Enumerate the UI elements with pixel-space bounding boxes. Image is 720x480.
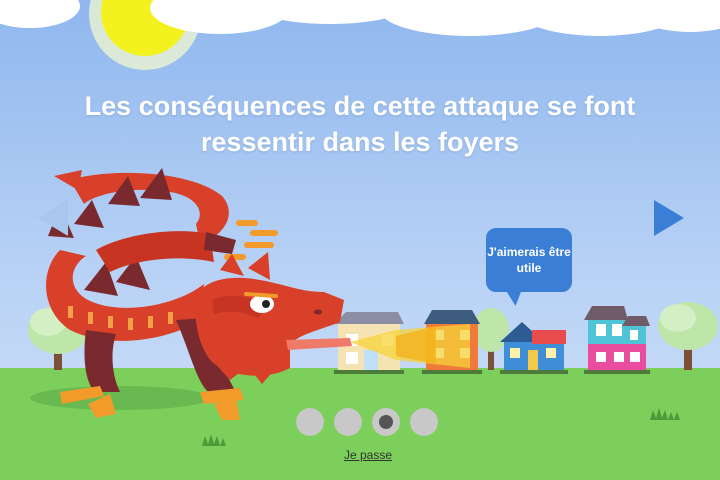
skip-link[interactable]: Je passe (330, 448, 406, 462)
tree-right (658, 302, 718, 370)
active-dot-indicator (379, 415, 393, 429)
speech-bubble-text: J'aimerais être utile (487, 245, 571, 275)
next-slide-button[interactable] (652, 198, 686, 238)
pagination-dot-4[interactable] (410, 408, 438, 436)
story-slide: Les conséquences de cette attaque se fon… (0, 0, 720, 480)
chevron-left-icon (38, 200, 68, 236)
pagination-dot-1[interactable] (296, 408, 324, 436)
house-pink (584, 306, 650, 374)
speech-bubble: J'aimerais être utile (486, 228, 572, 292)
pagination-dots (296, 408, 438, 436)
speech-bubble-tail (504, 288, 526, 306)
house-blue (500, 322, 568, 374)
pagination-dot-3-active[interactable] (372, 408, 400, 436)
pagination-dot-2[interactable] (334, 408, 362, 436)
chevron-right-icon (654, 200, 684, 236)
slide-title: Les conséquences de cette attaque se fon… (84, 91, 636, 157)
prev-slide-button[interactable] (36, 198, 70, 238)
